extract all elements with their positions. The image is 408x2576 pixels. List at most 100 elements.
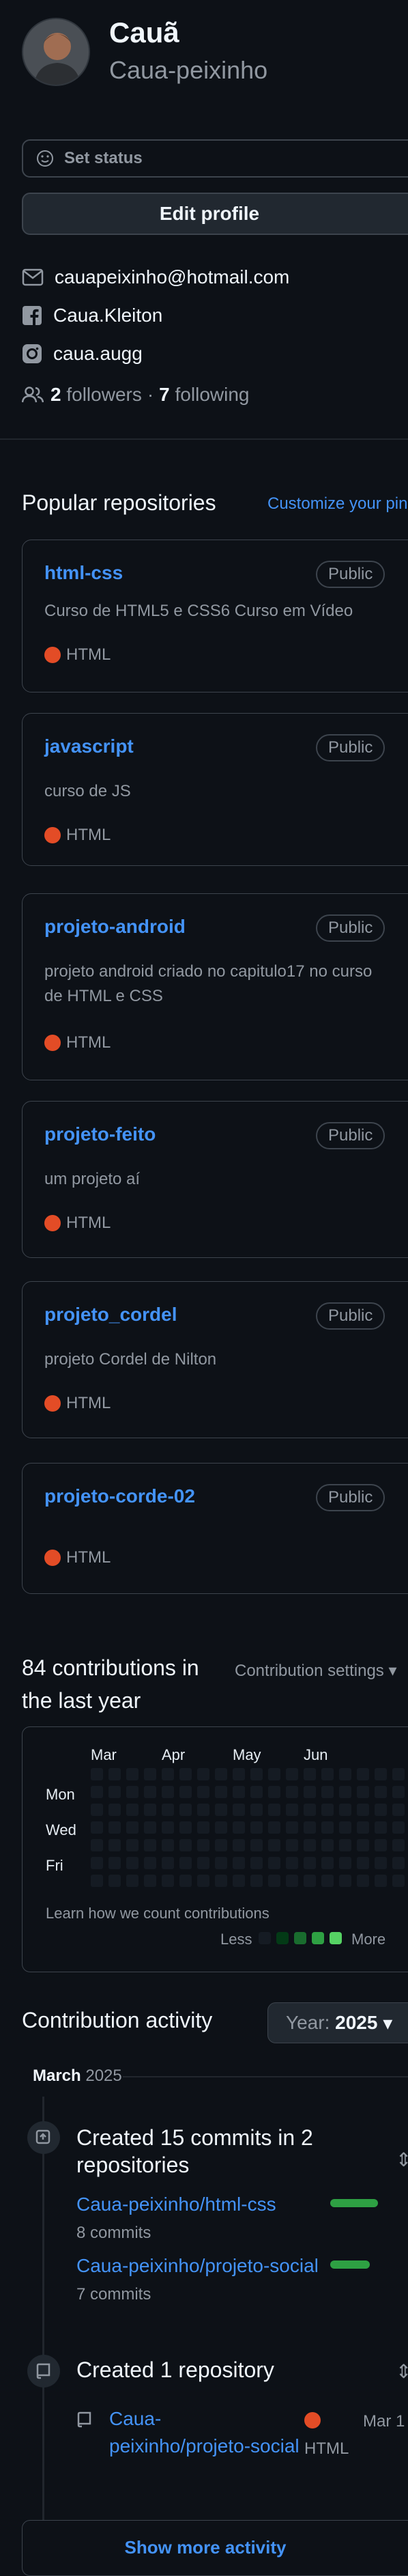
contribution-day-cell[interactable] [215, 1786, 227, 1798]
contribution-day-cell[interactable] [339, 1804, 351, 1816]
contribution-day-cell[interactable] [375, 1875, 387, 1887]
contribution-day-cell[interactable] [144, 1857, 156, 1869]
contribution-day-cell[interactable] [197, 1875, 209, 1887]
unfold-icon[interactable]: ⇕ [396, 2360, 408, 2383]
contribution-day-cell[interactable] [162, 1821, 174, 1834]
learn-contributions-link[interactable]: Learn how we count contributions [46, 1905, 269, 1922]
contribution-day-cell[interactable] [91, 1875, 103, 1887]
email-link[interactable]: cauapeixinho@hotmail.com [55, 266, 289, 288]
contribution-day-cell[interactable] [304, 1786, 316, 1798]
contribution-settings-dropdown[interactable]: Contribution settings ▾ [235, 1661, 397, 1681]
contribution-day-cell[interactable] [357, 1768, 369, 1780]
year-selector-button[interactable]: Year: 2025 ▾ [267, 2002, 408, 2043]
contribution-day-cell[interactable] [357, 1804, 369, 1816]
email-row[interactable]: cauapeixinho@hotmail.com [22, 266, 289, 288]
show-more-activity-button[interactable]: Show more activity [22, 2520, 408, 2576]
contribution-day-cell[interactable] [215, 1875, 227, 1887]
contribution-day-cell[interactable] [108, 1786, 121, 1798]
contribution-day-cell[interactable] [321, 1857, 334, 1869]
contribution-day-cell[interactable] [126, 1786, 139, 1798]
contribution-day-cell[interactable] [144, 1804, 156, 1816]
contribution-day-cell[interactable] [144, 1875, 156, 1887]
unfold-icon[interactable]: ⇕ [396, 2148, 408, 2171]
contribution-day-cell[interactable] [321, 1804, 334, 1816]
contribution-day-cell[interactable] [339, 1821, 351, 1834]
contribution-day-cell[interactable] [233, 1804, 245, 1816]
contribution-day-cell[interactable] [339, 1839, 351, 1851]
contribution-day-cell[interactable] [162, 1768, 174, 1780]
contribution-day-cell[interactable] [286, 1857, 298, 1869]
contribution-day-cell[interactable] [286, 1875, 298, 1887]
repo-card[interactable]: projeto-corde-02 Public HTML [22, 1463, 408, 1594]
repo-name-link[interactable]: javascript [44, 736, 134, 757]
contribution-day-cell[interactable] [268, 1857, 280, 1869]
contribution-day-cell[interactable] [321, 1839, 334, 1851]
contribution-day-cell[interactable] [197, 1839, 209, 1851]
contribution-day-cell[interactable] [144, 1839, 156, 1851]
contribution-day-cell[interactable] [197, 1857, 209, 1869]
contribution-day-cell[interactable] [392, 1857, 405, 1869]
repo-card[interactable]: projeto-android Public projeto android c… [22, 893, 408, 1080]
contribution-day-cell[interactable] [126, 1857, 139, 1869]
contribution-day-cell[interactable] [304, 1839, 316, 1851]
contribution-day-cell[interactable] [375, 1804, 387, 1816]
repo-card[interactable]: html-css Public Curso de HTML5 e CSS6 Cu… [22, 540, 408, 692]
contribution-day-cell[interactable] [357, 1786, 369, 1798]
contribution-day-cell[interactable] [91, 1857, 103, 1869]
contribution-day-cell[interactable] [233, 1857, 245, 1869]
contribution-day-cell[interactable] [215, 1804, 227, 1816]
contribution-day-cell[interactable] [91, 1821, 103, 1834]
contribution-day-cell[interactable] [357, 1857, 369, 1869]
contribution-day-cell[interactable] [162, 1839, 174, 1851]
contribution-day-cell[interactable] [179, 1857, 192, 1869]
contribution-day-cell[interactable] [375, 1768, 387, 1780]
contribution-day-cell[interactable] [179, 1821, 192, 1834]
contribution-day-cell[interactable] [91, 1839, 103, 1851]
contribution-day-cell[interactable] [392, 1786, 405, 1798]
contribution-day-cell[interactable] [91, 1768, 103, 1780]
contribution-day-cell[interactable] [197, 1821, 209, 1834]
contribution-day-cell[interactable] [215, 1857, 227, 1869]
repo-name-link[interactable]: html-css [44, 562, 123, 584]
contribution-day-cell[interactable] [233, 1821, 245, 1834]
contribution-day-cell[interactable] [233, 1875, 245, 1887]
contribution-day-cell[interactable] [233, 1786, 245, 1798]
contribution-day-cell[interactable] [339, 1857, 351, 1869]
repo-name-link[interactable]: projeto-android [44, 916, 186, 938]
contribution-day-cell[interactable] [197, 1786, 209, 1798]
contribution-day-cell[interactable] [162, 1857, 174, 1869]
contribution-day-cell[interactable] [197, 1768, 209, 1780]
contribution-day-cell[interactable] [375, 1839, 387, 1851]
contribution-day-cell[interactable] [286, 1768, 298, 1780]
contribution-day-cell[interactable] [126, 1821, 139, 1834]
contribution-day-cell[interactable] [250, 1768, 263, 1780]
contribution-day-cell[interactable] [321, 1786, 334, 1798]
contribution-day-cell[interactable] [179, 1786, 192, 1798]
contribution-day-cell[interactable] [108, 1839, 121, 1851]
followers-link[interactable]: 2 followers [50, 384, 142, 406]
contribution-day-cell[interactable] [91, 1786, 103, 1798]
contribution-day-cell[interactable] [357, 1875, 369, 1887]
contribution-day-cell[interactable] [250, 1804, 263, 1816]
contribution-day-cell[interactable] [268, 1839, 280, 1851]
contribution-day-cell[interactable] [392, 1768, 405, 1780]
contribution-day-cell[interactable] [392, 1839, 405, 1851]
instagram-link[interactable]: caua.augg [53, 343, 143, 365]
customize-pins-link[interactable]: Customize your pins [267, 494, 408, 514]
contribution-day-cell[interactable] [339, 1786, 351, 1798]
repo-card[interactable]: projeto_cordel Public projeto Cordel de … [22, 1281, 408, 1438]
contribution-day-cell[interactable] [126, 1804, 139, 1816]
contribution-day-cell[interactable] [250, 1821, 263, 1834]
contribution-day-cell[interactable] [126, 1875, 139, 1887]
commit-repo-link[interactable]: Caua-peixinho/html-css [76, 2194, 276, 2215]
contribution-day-cell[interactable] [286, 1821, 298, 1834]
contribution-day-cell[interactable] [357, 1839, 369, 1851]
contribution-day-cell[interactable] [215, 1839, 227, 1851]
contribution-day-cell[interactable] [144, 1768, 156, 1780]
contribution-day-cell[interactable] [392, 1821, 405, 1834]
set-status-button[interactable]: Set status [22, 139, 408, 178]
contribution-day-cell[interactable] [250, 1839, 263, 1851]
repo-name-link[interactable]: projeto-feito [44, 1123, 156, 1145]
contribution-day-cell[interactable] [375, 1786, 387, 1798]
contribution-day-cell[interactable] [162, 1786, 174, 1798]
